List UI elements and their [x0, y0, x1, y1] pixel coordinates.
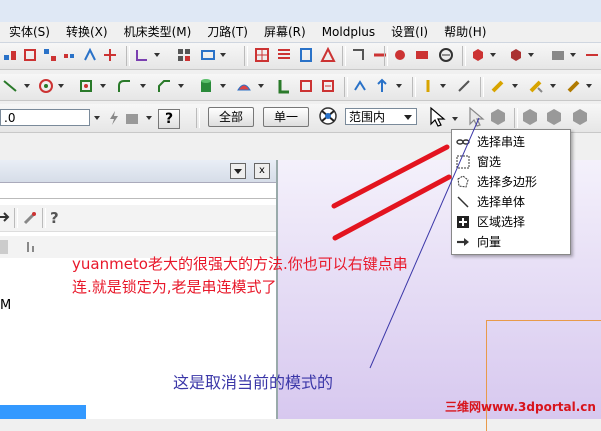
blue-annotation: 这是取消当前的模式的 — [173, 373, 334, 392]
red-annotation-line-2: 连.就是锁定为,老是串连模式了 — [72, 278, 277, 296]
annotation-overlay — [331, 117, 480, 369]
blue-pointer-line — [369, 117, 480, 369]
red-annotation-stroke — [332, 174, 452, 241]
red-annotation-line-1: yuanmeto老大的很强大的方法.你也可以右键点串 — [72, 255, 408, 273]
red-annotation-stroke — [331, 144, 450, 209]
site-watermark: 三维网www.3dportal.cn — [445, 400, 596, 414]
